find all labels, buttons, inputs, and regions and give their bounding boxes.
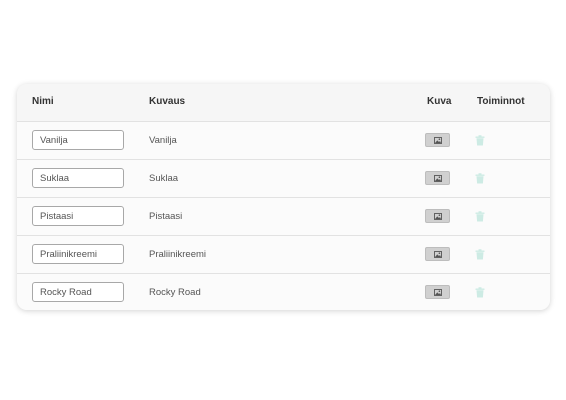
description-cell: Suklaa xyxy=(149,173,179,184)
name-input[interactable] xyxy=(32,282,124,302)
trash-icon xyxy=(475,210,485,221)
trash-icon xyxy=(475,286,485,297)
table-header: Nimi Kuvaus Kuva Toiminnot xyxy=(17,84,550,122)
image-button[interactable] xyxy=(425,209,450,223)
name-input[interactable] xyxy=(32,206,124,226)
image-button[interactable] xyxy=(425,285,450,299)
image-button[interactable] xyxy=(425,171,450,185)
description-cell: Praliinikreemi xyxy=(149,249,207,260)
name-input[interactable] xyxy=(32,244,124,264)
table-row: Praliinikreemi xyxy=(17,236,550,274)
name-input[interactable] xyxy=(32,130,124,150)
trash-icon xyxy=(475,248,485,259)
table-row: Suklaa xyxy=(17,160,550,198)
image-icon xyxy=(433,250,442,258)
image-icon xyxy=(433,212,442,220)
delete-button[interactable] xyxy=(474,285,486,299)
table-row: Rocky Road xyxy=(17,274,550,310)
image-button[interactable] xyxy=(425,247,450,261)
image-icon xyxy=(433,136,442,144)
delete-button[interactable] xyxy=(474,171,486,185)
delete-button[interactable] xyxy=(474,209,486,223)
delete-button[interactable] xyxy=(474,247,486,261)
description-cell: Pistaasi xyxy=(149,211,183,222)
header-description: Kuvaus xyxy=(149,96,186,107)
image-icon xyxy=(433,288,442,296)
header-actions: Toiminnot xyxy=(477,96,525,107)
delete-button[interactable] xyxy=(474,133,486,147)
flavors-table: Nimi Kuvaus Kuva Toiminnot Vanilja Sukla… xyxy=(17,84,550,310)
header-name: Nimi xyxy=(32,96,54,107)
description-cell: Vanilja xyxy=(149,135,177,146)
trash-icon xyxy=(475,172,485,183)
name-input[interactable] xyxy=(32,168,124,188)
header-image: Kuva xyxy=(427,96,452,107)
image-button[interactable] xyxy=(425,133,450,147)
table-row: Pistaasi xyxy=(17,198,550,236)
image-icon xyxy=(433,174,442,182)
description-cell: Rocky Road xyxy=(149,287,201,298)
trash-icon xyxy=(475,134,485,145)
table-row: Vanilja xyxy=(17,122,550,160)
